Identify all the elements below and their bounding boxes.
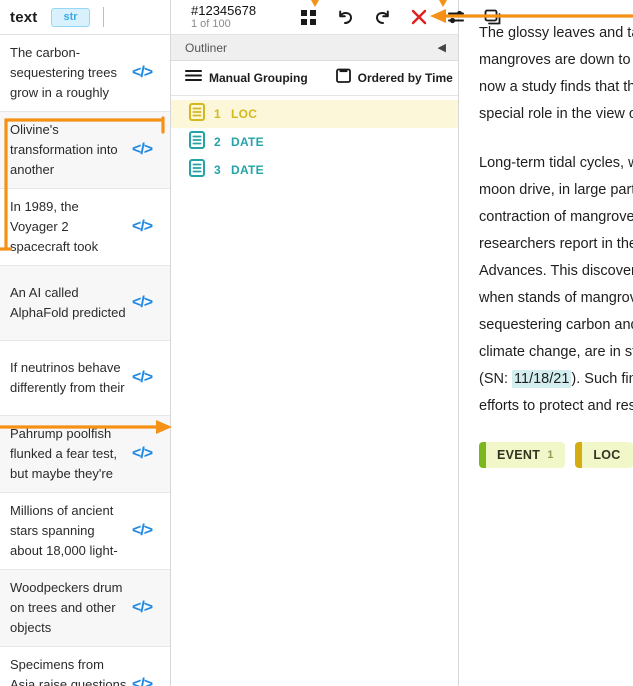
sidebar-list: The carbon-sequestering trees grow in a …: [0, 35, 170, 686]
list-item[interactable]: Olivine's transformation into another </…: [0, 112, 170, 189]
code-icon[interactable]: </>: [132, 218, 153, 236]
outliner-row-label: DATE: [231, 163, 264, 177]
tag-count: 1: [547, 449, 554, 461]
list-item[interactable]: An AI called AlphaFold predicted </>: [0, 266, 170, 341]
document-pane[interactable]: The glossy leaves and tangled roots of m…: [459, 0, 633, 686]
undo-icon[interactable]: [335, 7, 355, 27]
redo-icon[interactable]: [372, 7, 392, 27]
tag-accent-bar: [479, 442, 486, 468]
document-position: 1 of 100: [191, 17, 231, 30]
card-icon: [335, 68, 351, 88]
outliner-row-number: 3: [214, 163, 221, 177]
list-item-text: The carbon-sequestering trees grow in a …: [10, 45, 117, 100]
outliner-list: 1 LOC 2 DATE 3 DATE: [171, 96, 458, 686]
document-line: efforts to protect and restore them.: [479, 398, 633, 414]
code-icon[interactable]: </>: [132, 294, 153, 312]
date-highlight[interactable]: 11/18/21: [512, 370, 572, 388]
annotation-tags: EVENT 1 LOC: [479, 442, 633, 468]
type-badge[interactable]: str: [51, 7, 90, 27]
document-line: researchers report in the journal Scienc…: [479, 236, 633, 252]
list-item-text: Olivine's transformation into another: [10, 122, 118, 177]
list-item[interactable]: In 1989, the Voyager 2 spacecraft took <…: [0, 189, 170, 266]
list-item-text: Woodpeckers drum on trees and other obje…: [10, 580, 123, 635]
note-icon: [189, 102, 205, 126]
list-item-text: Millions of ancient stars spanning about…: [10, 503, 118, 558]
status-badge[interactable]: EVENT 1: [479, 442, 566, 468]
tag-label: LOC: [593, 448, 621, 462]
list-item[interactable]: If neutrinos behave differently from the…: [0, 341, 170, 416]
list-item-text: In 1989, the Voyager 2 spacecraft took: [10, 199, 99, 254]
collapse-left-icon[interactable]: ◀: [438, 41, 446, 54]
document-line: special role in the view of climate: [479, 106, 633, 122]
hamburger-icon: [185, 69, 202, 87]
list-item-text: Pahrump poolfish flunked a fear test, bu…: [10, 426, 117, 481]
outliner-row-label: DATE: [231, 135, 264, 149]
list-item[interactable]: Pahrump poolfish flunked a fear test, bu…: [0, 416, 170, 493]
note-icon: [189, 130, 205, 154]
list-item-text: If neutrinos behave differently from the…: [10, 360, 125, 395]
grouping-controls: Manual Grouping Ordered by Time: [171, 61, 458, 96]
outliner-title: Outliner: [185, 40, 228, 55]
list-item[interactable]: The carbon-sequestering trees grow in a …: [0, 35, 170, 112]
code-icon[interactable]: </>: [132, 599, 153, 617]
document-line: Long-term tidal cycles, which the sun an…: [479, 155, 633, 171]
code-icon[interactable]: </>: [132, 522, 153, 540]
outliner-row[interactable]: 3 DATE: [171, 156, 458, 184]
header-divider: [102, 7, 104, 27]
outliner-panel: #12345678 1 of 100 Outliner ◀ Manual Gro…: [171, 0, 500, 686]
close-icon[interactable]: [409, 7, 429, 27]
list-item[interactable]: Specimens from Asia raise questions abou…: [0, 647, 170, 686]
sidebar: text str The carbon-sequestering trees g…: [0, 0, 171, 686]
document-line: when stands of mangroves, which excel at: [479, 290, 633, 306]
document-line: moon drive, in large part caused the: [479, 182, 633, 198]
outliner-row-number: 2: [214, 135, 221, 149]
code-icon[interactable]: </>: [132, 445, 153, 463]
manual-grouping-button[interactable]: Manual Grouping: [185, 69, 308, 87]
document-line: contraction of mangrove forests in recen…: [479, 209, 633, 225]
note-icon: [189, 158, 205, 182]
document-line: now a study finds that these trees play …: [479, 79, 633, 95]
list-item[interactable]: Millions of ancient stars spanning about…: [0, 493, 170, 570]
ordered-by-time-button[interactable]: Ordered by Time: [335, 68, 453, 88]
document-line: sequestering carbon and mitigating: [479, 317, 633, 333]
document-id-block: #12345678 1 of 100: [171, 4, 256, 30]
document-line: climate change, are in steep decline: [479, 344, 633, 360]
document-id: #12345678: [191, 2, 257, 18]
app-root: text str The carbon-sequestering trees g…: [0, 0, 633, 686]
grid-icon[interactable]: [298, 7, 318, 27]
sidebar-header: text str: [0, 0, 170, 35]
toolbar-buttons: [276, 7, 503, 27]
sidebar-title: text: [10, 8, 38, 26]
list-item[interactable]: Woodpeckers drum on trees and other obje…: [0, 570, 170, 647]
outliner-header: Outliner ◀: [171, 35, 458, 61]
list-item-text: Specimens from Asia raise questions abou…: [10, 657, 127, 686]
document-paragraph: The glossy leaves and tangled roots of m…: [479, 20, 633, 128]
tag-accent-bar: [575, 442, 583, 468]
document-line-with-highlight: (SN: 11/18/21). Such findings may aid: [479, 370, 633, 388]
status-badge[interactable]: LOC: [575, 442, 633, 468]
document-line: Advances. This discovery comes at a time: [479, 263, 633, 279]
ordered-by-time-label: Ordered by Time: [357, 71, 453, 85]
code-icon[interactable]: </>: [132, 676, 153, 686]
document-paragraph: Long-term tidal cycles, which the sun an…: [479, 150, 633, 420]
tag-label: EVENT: [497, 448, 541, 462]
manual-grouping-label: Manual Grouping: [209, 71, 308, 85]
code-icon[interactable]: </>: [132, 369, 153, 387]
document-line: mangroves are down to their last stands,…: [479, 52, 633, 68]
list-item-text: An AI called AlphaFold predicted: [10, 285, 126, 320]
outliner-row[interactable]: 1 LOC: [171, 100, 458, 128]
copy-icon[interactable]: [483, 7, 503, 27]
sliders-icon[interactable]: [446, 7, 466, 27]
outliner-row-label: LOC: [231, 107, 258, 121]
code-icon[interactable]: </>: [132, 141, 153, 159]
toolbar: #12345678 1 of 100: [171, 0, 500, 35]
outliner-row[interactable]: 2 DATE: [171, 128, 458, 156]
code-icon[interactable]: </>: [132, 64, 153, 82]
outliner-row-number: 1: [214, 107, 221, 121]
